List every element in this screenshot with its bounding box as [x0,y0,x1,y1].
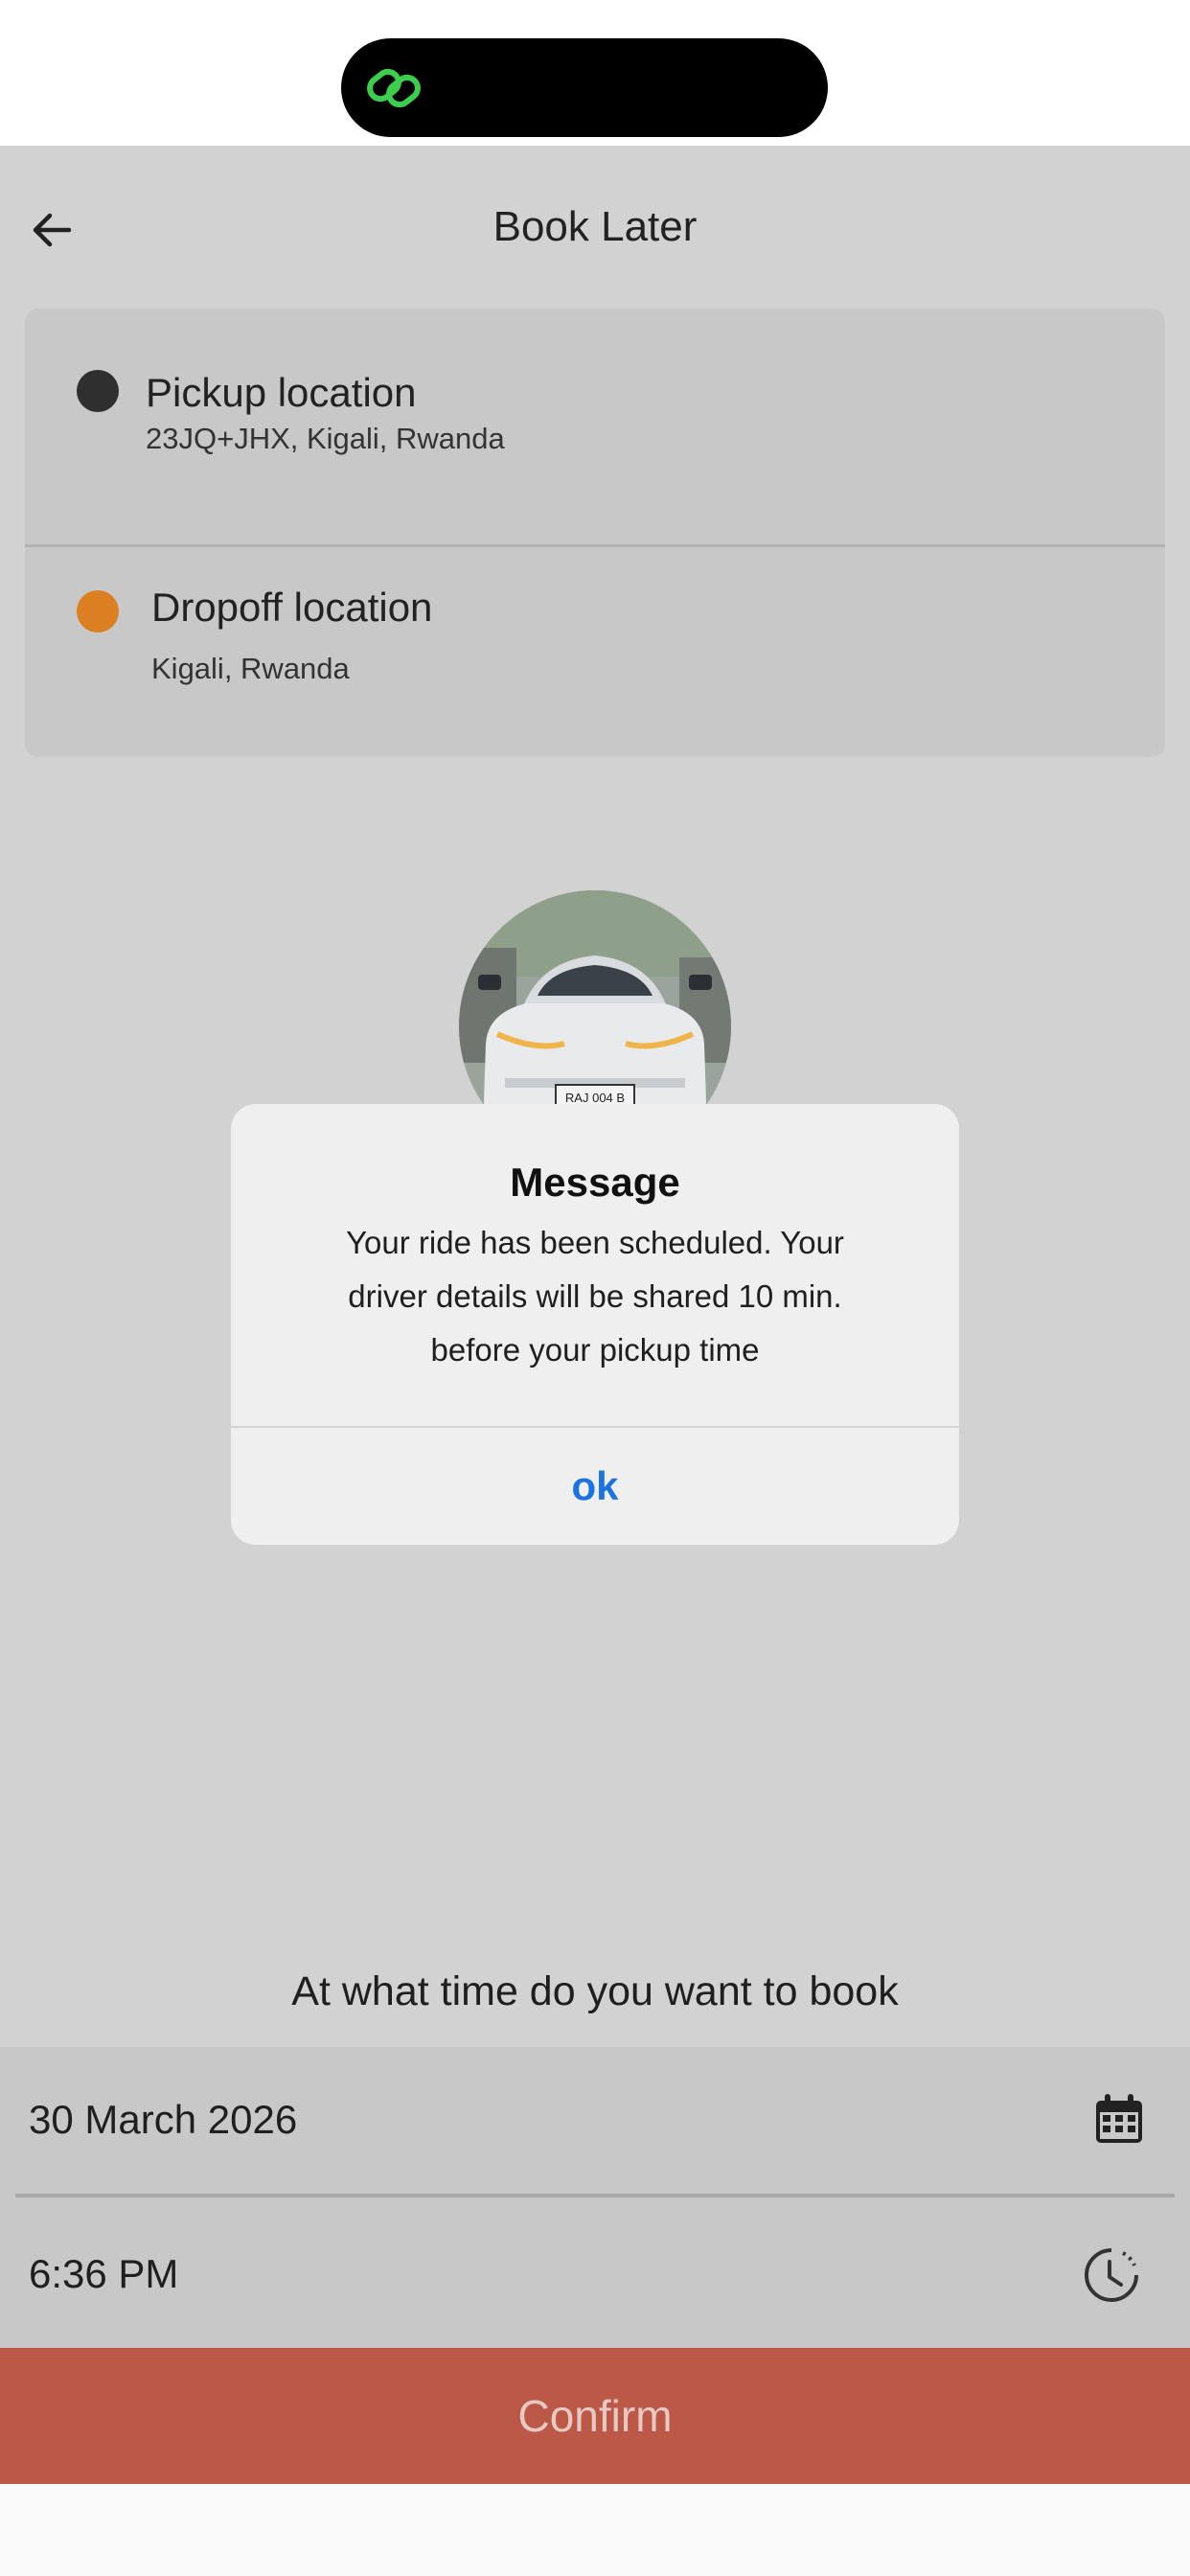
dialog-message-line-1: Your ride has been scheduled. Your [346,1225,844,1260]
calendar-icon[interactable] [1088,2089,1150,2150]
dialog-message-line-3: before your pickup time [430,1332,760,1368]
dropoff-dot-icon [77,590,119,632]
datetime-picker: 30 March 2026 6:36 PM [0,2047,1190,2348]
dropoff-address[interactable]: Kigali, Rwanda [151,652,350,686]
location-divider [25,544,1165,547]
ok-button[interactable]: ok [231,1428,959,1545]
clock-icon[interactable] [1081,2244,1142,2306]
home-indicator-area [0,2484,1190,2576]
datetime-divider [15,2194,1175,2197]
link-icon [367,68,421,108]
time-field[interactable]: 6:36 PM [29,2251,178,2297]
pickup-label[interactable]: Pickup location [146,370,417,416]
dialog-message-line-2: driver details will be shared 10 min. [348,1278,842,1314]
app-header: Book Later [0,146,1190,309]
date-field[interactable]: 30 March 2026 [29,2097,297,2143]
confirm-button[interactable]: Confirm [0,2348,1190,2484]
message-dialog: Message Your ride has been scheduled. Yo… [231,1104,959,1545]
booking-time-question: At what time do you want to book [291,1968,899,2014]
status-bar [0,0,1190,146]
dynamic-island [341,38,828,137]
page-title: Book Later [492,203,698,250]
pickup-dot-icon [77,370,119,412]
dropoff-label[interactable]: Dropoff location [151,585,432,631]
dialog-title: Message [510,1160,680,1205]
license-plate: RAJ 004 B [565,1091,625,1105]
location-card: Pickup location 23JQ+JHX, Kigali, Rwanda… [25,309,1165,757]
pickup-address[interactable]: 23JQ+JHX, Kigali, Rwanda [146,422,505,456]
